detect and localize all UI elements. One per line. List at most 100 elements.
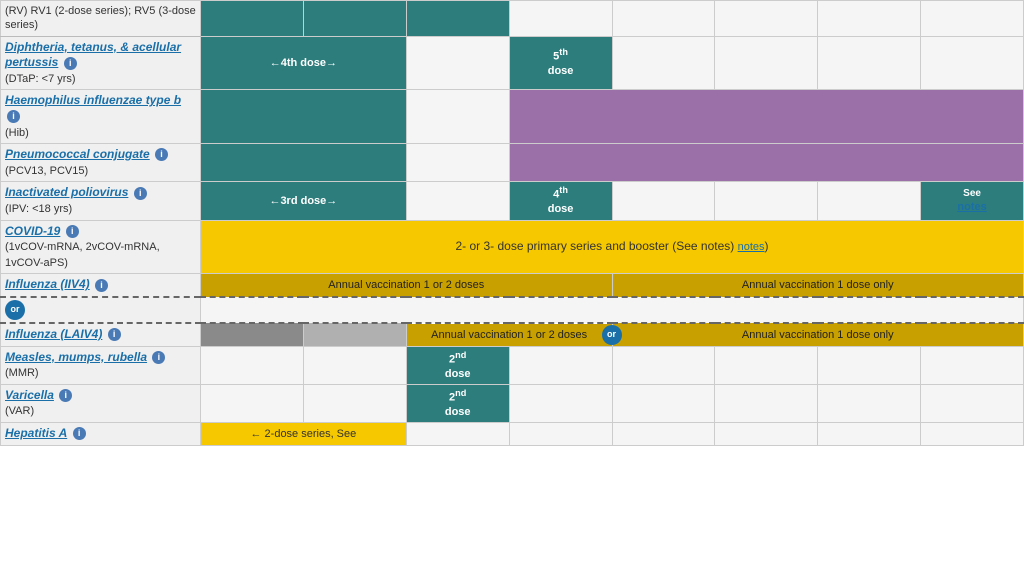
pcv-sub: (PCV13, PCV15)	[5, 165, 88, 177]
flu-laiv4-or-badge: or	[602, 325, 622, 345]
flu-iiv4-vaccine-cell: Influenza (IIV4) i	[1, 274, 201, 297]
row-covid: COVID-19 i (1vCOV-mRNA, 2vCOV-mRNA, 1vCO…	[1, 220, 1024, 274]
flu-laiv4-vaccine-cell: Influenza (LAIV4) i	[1, 323, 201, 346]
dtap-empty3	[715, 36, 818, 90]
or-divider	[201, 297, 1024, 323]
flu-iiv4-info-icon[interactable]: i	[95, 279, 108, 292]
dtap-empty2	[612, 36, 715, 90]
rv-cell-5	[612, 1, 715, 37]
flu-laiv4-info-icon[interactable]: i	[108, 328, 121, 341]
flu-iiv4-right-cell: Annual vaccination 1 dose only	[612, 274, 1024, 297]
mmr-info-icon[interactable]: i	[152, 351, 165, 364]
pcv-info-icon[interactable]: i	[155, 148, 168, 161]
hepa-empty6	[921, 423, 1024, 446]
rv-cell-3	[406, 1, 509, 37]
flu-iiv4-link[interactable]: Influenza (IIV4)	[5, 277, 90, 291]
pcv-link[interactable]: Pneumococcal conjugate	[5, 147, 150, 161]
hib-info-icon[interactable]: i	[7, 110, 20, 123]
rv-cell-8	[921, 1, 1024, 37]
dtap-dose5: 5thdose	[509, 36, 612, 90]
covid-vaccine-cell: COVID-19 i (1vCOV-mRNA, 2vCOV-mRNA, 1vCO…	[1, 220, 201, 274]
var-sub: (VAR)	[5, 405, 34, 417]
rv-label: (RV) RV1 (2-dose series); RV5 (3-dose se…	[1, 1, 201, 37]
var-info-icon[interactable]: i	[59, 389, 72, 402]
mmr-dose2: 2nddose	[406, 346, 509, 384]
ipv-empty1	[406, 182, 509, 220]
var-empty1	[201, 384, 304, 422]
flu-laiv4-link[interactable]: Influenza (LAIV4)	[5, 327, 102, 341]
hepa-empty1	[406, 423, 509, 446]
mmr-empty3	[509, 346, 612, 384]
hepa-empty2	[509, 423, 612, 446]
hib-teal	[201, 90, 407, 144]
mmr-empty6	[818, 346, 921, 384]
hepa-dose-cell: ← 2-dose series, See	[201, 423, 407, 446]
pcv-empty1	[406, 144, 509, 182]
row-flu-iiv4: Influenza (IIV4) i Annual vaccination 1 …	[1, 274, 1024, 297]
row-flu-laiv4: Influenza (LAIV4) i Annual vaccination 1…	[1, 323, 1024, 346]
var-empty5	[715, 384, 818, 422]
mmr-vaccine-cell: Measles, mumps, rubella i (MMR)	[1, 346, 201, 384]
pcv-purple	[509, 144, 1023, 182]
rv-cell-4	[509, 1, 612, 37]
vaccination-schedule-table: (RV) RV1 (2-dose series); RV5 (3-dose se…	[0, 0, 1024, 446]
flu-laiv4-gray1	[201, 323, 304, 346]
var-empty7	[921, 384, 1024, 422]
ipv-vaccine-cell: Inactivated poliovirus i (IPV: <18 yrs)	[1, 182, 201, 220]
hib-link[interactable]: Haemophilus influenzae type b	[5, 93, 181, 107]
row-mmr: Measles, mumps, rubella i (MMR) 2nddose	[1, 346, 1024, 384]
var-empty4	[612, 384, 715, 422]
mmr-sub: (MMR)	[5, 367, 39, 379]
hib-empty1	[406, 90, 509, 144]
ipv-see-notes: Seenotes	[921, 182, 1024, 220]
covid-span-cell: 2- or 3- dose primary series and booster…	[201, 220, 1024, 274]
covid-notes-link[interactable]: notes	[738, 241, 765, 253]
var-empty2	[303, 384, 406, 422]
row-hib: Haemophilus influenzae type b i (Hib)	[1, 90, 1024, 144]
dtap-vaccine-cell: Diphtheria, tetanus, & acellular pertuss…	[1, 36, 201, 90]
ipv-empty4	[818, 182, 921, 220]
flu-laiv4-right-cell: Annual vaccination 1 dose only	[612, 323, 1024, 346]
ipv-info-icon[interactable]: i	[134, 187, 147, 200]
dtap-dose4: ←4th dose→	[201, 36, 407, 90]
row-dtap: Diphtheria, tetanus, & acellular pertuss…	[1, 36, 1024, 90]
dtap-info-icon[interactable]: i	[64, 57, 77, 70]
rv-cell-2	[303, 1, 406, 37]
hib-vaccine-cell: Haemophilus influenzae type b i (Hib)	[1, 90, 201, 144]
or-label-cell: or	[1, 297, 201, 323]
ipv-link[interactable]: Inactivated poliovirus	[5, 185, 128, 199]
hepa-empty5	[818, 423, 921, 446]
covid-sub: (1vCOV-mRNA, 2vCOV-mRNA, 1vCOV-aPS)	[5, 241, 160, 269]
mmr-empty1	[201, 346, 304, 384]
dtap-sub: (DTaP: <7 yrs)	[5, 73, 76, 85]
mmr-empty2	[303, 346, 406, 384]
mmr-empty5	[715, 346, 818, 384]
dtap-empty5	[921, 36, 1024, 90]
covid-info-icon[interactable]: i	[66, 225, 79, 238]
row-var: Varicella i (VAR) 2nddose	[1, 384, 1024, 422]
rv-cell-7	[818, 1, 921, 37]
var-empty3	[509, 384, 612, 422]
flu-laiv4-left-cell: Annual vaccination 1 or 2 doses or	[406, 323, 612, 346]
dtap-link[interactable]: Diphtheria, tetanus, & acellular pertuss…	[5, 40, 181, 70]
var-link[interactable]: Varicella	[5, 388, 54, 402]
hepa-info-icon[interactable]: i	[73, 427, 86, 440]
mmr-empty7	[921, 346, 1024, 384]
row-or: or	[1, 297, 1024, 323]
hepa-vaccine-cell: Hepatitis A i	[1, 423, 201, 446]
ipv-empty3	[715, 182, 818, 220]
ipv-dose3: ←3rd dose→	[201, 182, 407, 220]
row-hepa: Hepatitis A i ← 2-dose series, See	[1, 423, 1024, 446]
row-ipv: Inactivated poliovirus i (IPV: <18 yrs) …	[1, 182, 1024, 220]
mmr-empty4	[612, 346, 715, 384]
hib-sub: (Hib)	[5, 127, 29, 139]
dtap-empty4	[818, 36, 921, 90]
pcv-vaccine-cell: Pneumococcal conjugate i (PCV13, PCV15)	[1, 144, 201, 182]
mmr-link[interactable]: Measles, mumps, rubella	[5, 350, 147, 364]
ipv-sub: (IPV: <18 yrs)	[5, 203, 72, 215]
row-pcv: Pneumococcal conjugate i (PCV13, PCV15)	[1, 144, 1024, 182]
covid-link[interactable]: COVID-19	[5, 224, 60, 238]
hepa-link[interactable]: Hepatitis A	[5, 426, 67, 440]
ipv-notes-link[interactable]: notes	[957, 201, 986, 213]
ipv-dose4: 4thdose	[509, 182, 612, 220]
